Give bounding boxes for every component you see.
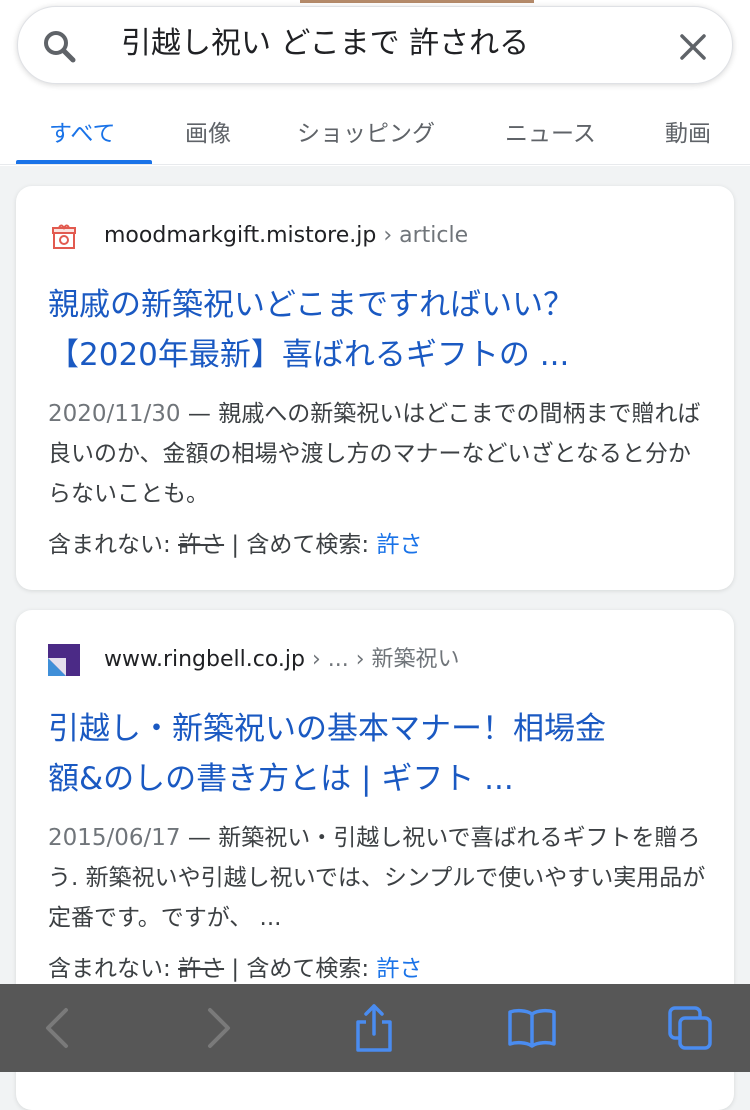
- result-title-line[interactable]: 親戚の新築祝いどこまですればいい？: [48, 280, 708, 330]
- gift-favicon-icon: [52, 224, 76, 249]
- tabs-icon[interactable]: [664, 1002, 716, 1054]
- tabs-divider: [0, 164, 750, 165]
- tab-shopping[interactable]: ショッピング: [297, 114, 435, 148]
- browser-toolbar: [0, 984, 750, 1072]
- snippet-dash: —: [180, 825, 219, 851]
- result-title-link[interactable]: 親戚の新築祝いどこまですればいい？ 【2020年最新】喜ばれるギフトの ...: [48, 280, 708, 380]
- tab-videos[interactable]: 動画: [665, 114, 711, 148]
- result-title-link[interactable]: 引越し・新築祝いの基本マナー！相場金 額&のしの書き方とは | ギフト ...: [48, 704, 708, 804]
- must-include-link[interactable]: 許さ: [377, 956, 423, 982]
- close-icon[interactable]: [673, 27, 713, 67]
- result-source[interactable]: www.ringbell.co.jp › ... › 新築祝い: [104, 644, 460, 676]
- tab-images[interactable]: 画像: [185, 114, 231, 148]
- ringbell-favicon-icon: [48, 644, 80, 676]
- must-include-link[interactable]: 許さ: [377, 532, 423, 558]
- result-domain[interactable]: www.ringbell.co.jp: [104, 647, 305, 672]
- missing-term: 許さ: [178, 956, 225, 982]
- share-icon[interactable]: [348, 1002, 400, 1054]
- result-title-line[interactable]: 引越し・新築祝いの基本マナー！相場金: [48, 704, 708, 754]
- missing-terms-line: 含まれない: 許さ | 含めて検索: 許さ: [48, 528, 423, 562]
- top-strip: [300, 0, 534, 3]
- tab-news[interactable]: ニュース: [505, 114, 596, 148]
- search-result-card: moodmarkgift.mistore.jp › article 親戚の新築祝…: [16, 186, 734, 590]
- search-icon[interactable]: [40, 27, 80, 67]
- result-date: 2020/11/30: [48, 401, 181, 427]
- include-label: | 含めて検索:: [224, 956, 377, 982]
- missing-terms-line: 含まれない: 許さ | 含めて検索: 許さ: [48, 952, 423, 986]
- missing-term: 許さ: [178, 532, 225, 558]
- search-tabs: すべて 画像 ショッピング ニュース 動画: [0, 100, 750, 166]
- search-input[interactable]: 引越し祝い どこまで 許される: [17, 6, 733, 84]
- search-header: 引越し祝い どこまで 許される すべて 画像 ショッピング ニュース 動画: [0, 0, 750, 166]
- result-domain[interactable]: moodmarkgift.mistore.jp: [104, 223, 376, 248]
- result-date: 2015/06/17: [48, 825, 181, 851]
- result-path[interactable]: › article: [376, 223, 468, 248]
- result-title-line[interactable]: 【2020年最新】喜ばれるギフトの ...: [48, 330, 708, 380]
- tab-all[interactable]: すべて: [49, 114, 115, 148]
- book-icon[interactable]: [506, 1002, 558, 1054]
- result-path[interactable]: › ... › 新築祝い: [305, 647, 460, 672]
- result-source[interactable]: moodmarkgift.mistore.jp › article: [104, 220, 468, 252]
- search-query-text[interactable]: 引越し祝い どこまで 許される: [121, 24, 529, 64]
- missing-label: 含まれない:: [48, 532, 179, 558]
- forward-arrow-icon[interactable]: [192, 1002, 244, 1054]
- result-snippet: 2020/11/30 — 親戚への新築祝いはどこまでの間柄まで贈れば良いのか、金…: [48, 394, 708, 514]
- back-arrow-icon[interactable]: [32, 1002, 84, 1054]
- missing-label: 含まれない:: [48, 956, 179, 982]
- include-label: | 含めて検索:: [224, 532, 377, 558]
- result-snippet: 2015/06/17 — 新築祝い・引越し祝いで喜ばれるギフトを贈ろう. 新築祝…: [48, 818, 708, 938]
- snippet-dash: —: [180, 401, 219, 427]
- result-title-line[interactable]: 額&のしの書き方とは | ギフト ...: [48, 754, 708, 804]
